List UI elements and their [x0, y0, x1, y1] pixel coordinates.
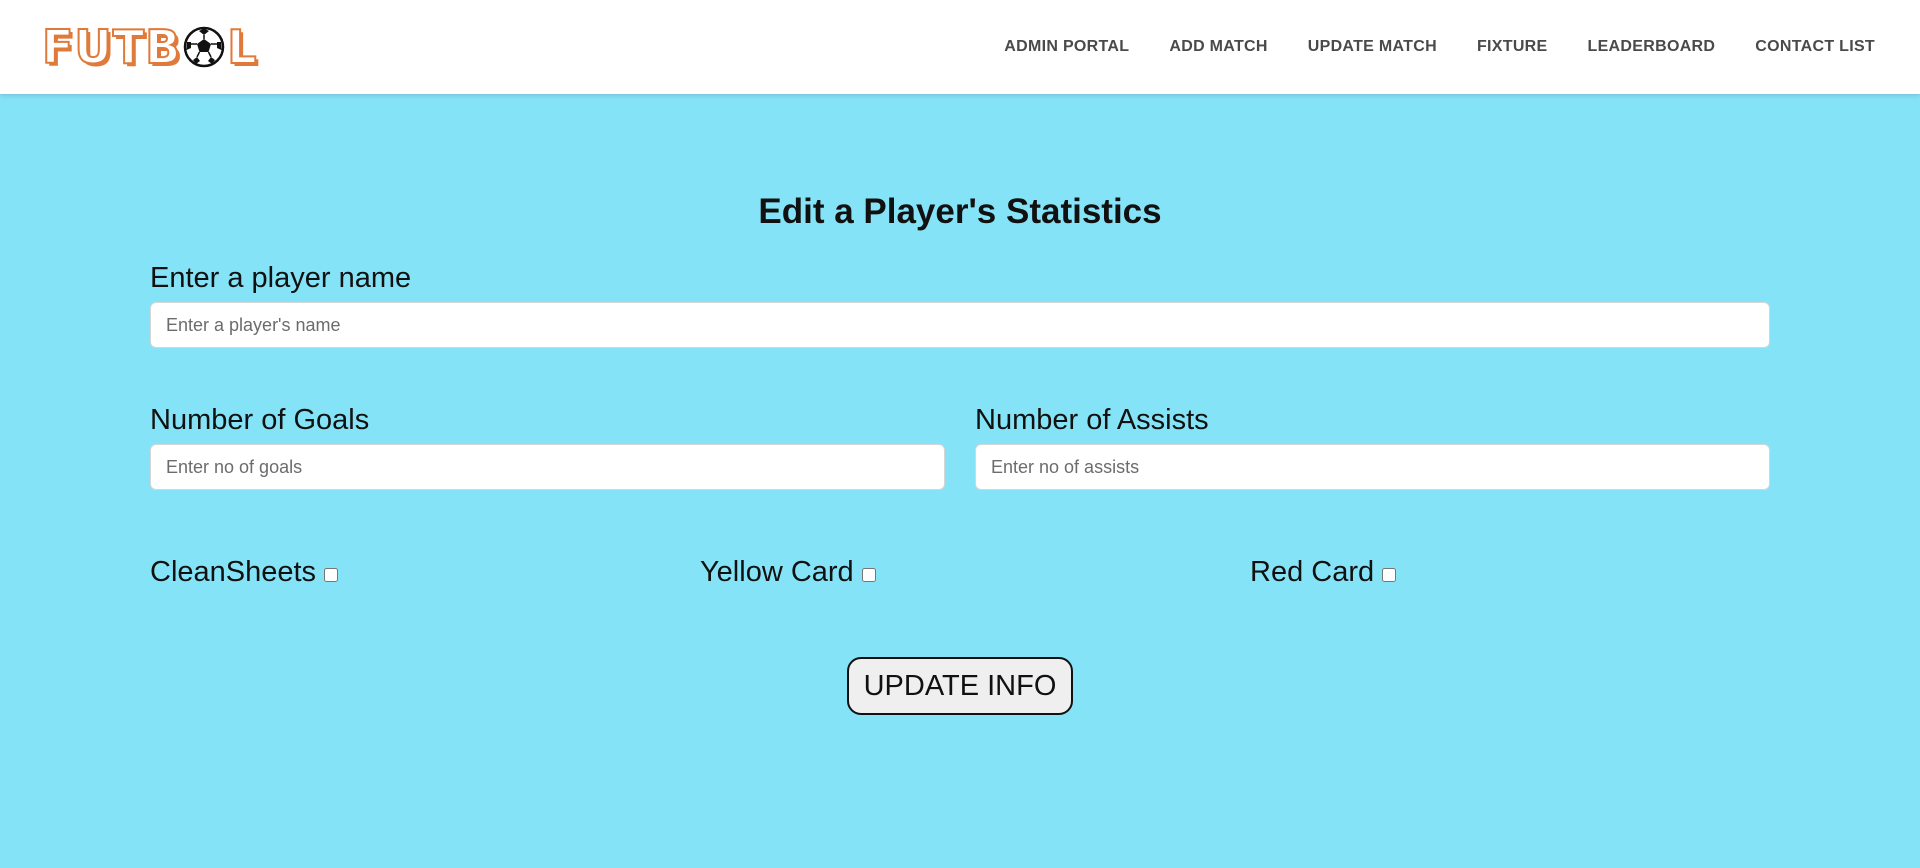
yellow-card-checkbox[interactable] — [861, 567, 876, 582]
nav-fixture[interactable]: FIXTURE — [1477, 38, 1548, 55]
assists-input[interactable] — [975, 444, 1770, 490]
clean-sheets-group: CleanSheets — [150, 556, 339, 589]
goals-label: Number of Goals — [150, 404, 370, 436]
futbol-logo[interactable]: FUTB L — [41, 20, 258, 74]
yellow-card-group: Yellow Card — [700, 556, 876, 589]
top-navbar: FUTB L ADMIN PORTAL ADD MATCH UPDATE MAT… — [0, 0, 1920, 94]
red-card-checkbox[interactable] — [1382, 567, 1397, 582]
page-title: Edit a Player's Statistics — [758, 192, 1162, 231]
red-card-group: Red Card — [1250, 556, 1397, 589]
red-card-label: Red Card — [1250, 556, 1375, 588]
player-name-input[interactable] — [150, 302, 1770, 348]
main-nav: ADMIN PORTAL ADD MATCH UPDATE MATCH FIXT… — [1004, 0, 1875, 94]
nav-leaderboard[interactable]: LEADERBOARD — [1588, 38, 1716, 55]
nav-admin-portal[interactable]: ADMIN PORTAL — [1004, 38, 1129, 55]
soccer-ball-icon — [183, 26, 225, 68]
nav-contact-list[interactable]: CONTACT LIST — [1755, 38, 1875, 55]
clean-sheets-checkbox[interactable] — [324, 567, 339, 582]
assists-label: Number of Assists — [975, 404, 1209, 436]
yellow-card-label: Yellow Card — [700, 556, 854, 588]
logo-text: FUTB — [41, 20, 182, 74]
goals-input[interactable] — [150, 444, 945, 490]
update-info-button[interactable]: UPDATE INFO — [847, 657, 1073, 715]
nav-update-match[interactable]: UPDATE MATCH — [1308, 38, 1437, 55]
clean-sheets-label: CleanSheets — [150, 556, 317, 588]
logo-tail-text: L — [226, 20, 257, 74]
player-name-label: Enter a player name — [150, 262, 412, 294]
nav-add-match[interactable]: ADD MATCH — [1169, 38, 1267, 55]
